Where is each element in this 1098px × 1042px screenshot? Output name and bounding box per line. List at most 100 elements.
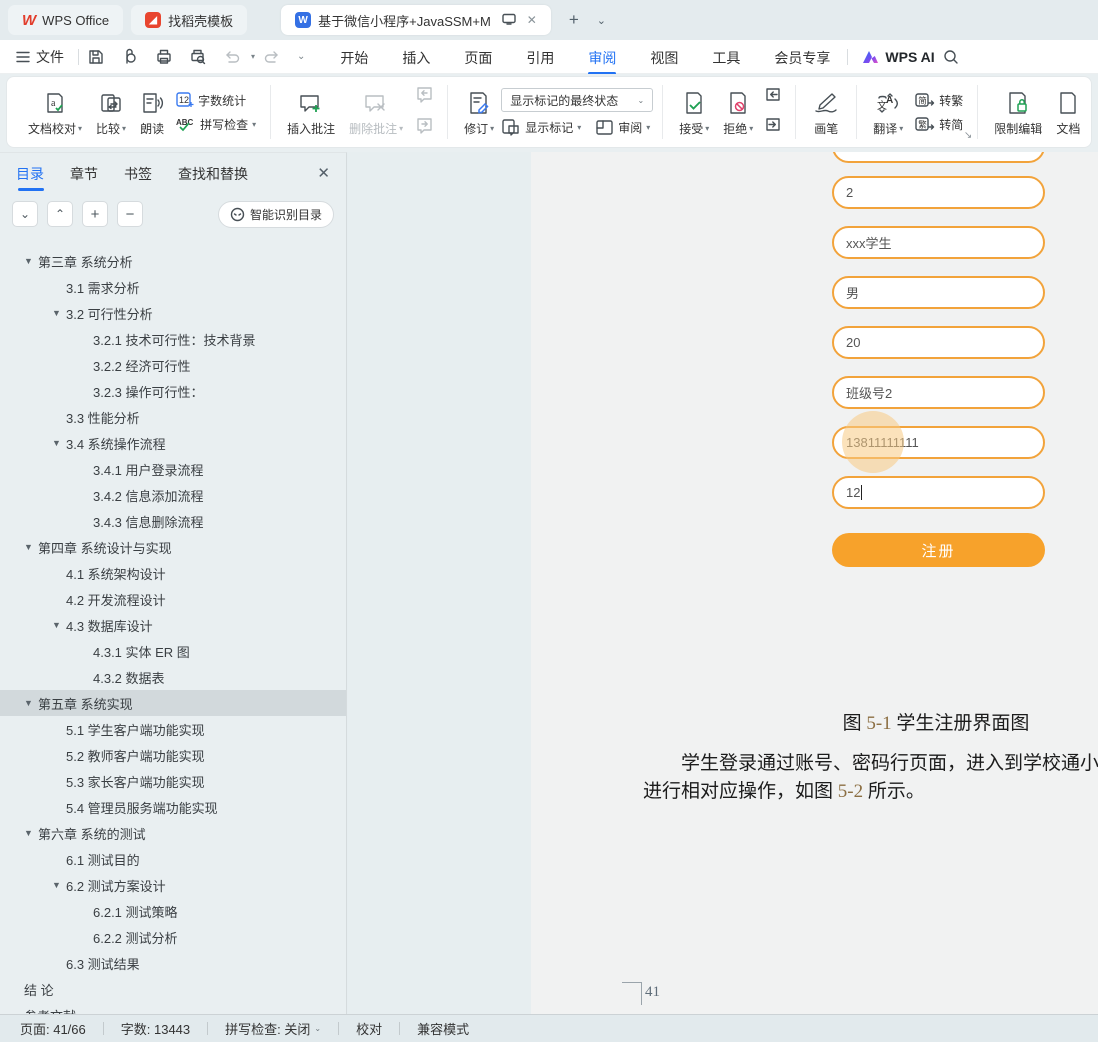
toc-item[interactable]: 6.1 测试目的	[0, 846, 346, 872]
toc-item[interactable]: ▼ 6.2 测试方案设计	[0, 872, 346, 898]
previous-change-icon[interactable]	[764, 87, 782, 108]
wps-ai-button[interactable]: WPS AI	[862, 49, 935, 65]
document-permission-button[interactable]: 文档	[1049, 87, 1087, 137]
restrict-edit-button[interactable]: 限制编辑	[987, 87, 1049, 137]
menu-start[interactable]: 开始	[323, 41, 385, 73]
read-aloud-button[interactable]: 朗读	[133, 87, 171, 137]
next-change-icon[interactable]	[764, 117, 782, 138]
show-markup-button[interactable]: 显示标记 ▾	[501, 118, 581, 136]
toc-item[interactable]: 5.4 管理员服务端功能实现	[0, 794, 346, 820]
dialog-launcher-icon[interactable]: ↘	[964, 130, 972, 141]
tab-template-store[interactable]: ◢ 找稻壳模板	[131, 5, 248, 35]
status-page-indicator[interactable]: 页面: 41/66	[20, 1019, 103, 1038]
caret-down-icon[interactable]: ▼	[52, 620, 66, 630]
toc-item[interactable]: 4.1 系统架构设计	[0, 560, 346, 586]
reject-button[interactable]: 拒绝 ▾	[716, 87, 760, 137]
quick-access-dropdown-icon[interactable]: ⌄	[297, 51, 305, 62]
toc-item[interactable]: 3.4.3 信息删除流程	[0, 508, 346, 534]
proofread-button[interactable]: a 文档校对 ▾	[21, 87, 89, 137]
previous-comment-icon[interactable]	[414, 86, 434, 108]
collapse-all-button[interactable]: ⌃	[47, 201, 73, 227]
toc-item[interactable]: ▼ 第五章 系统实现	[0, 690, 346, 716]
toc-item[interactable]: 结 论	[0, 976, 346, 1002]
next-comment-icon[interactable]	[414, 117, 434, 139]
menu-page[interactable]: 页面	[447, 41, 509, 73]
status-compat-mode[interactable]: 兼容模式	[400, 1019, 486, 1038]
markup-state-select[interactable]: 显示标记的最终状态 ⌄	[501, 88, 654, 112]
toc-item[interactable]: 3.4.1 用户登录流程	[0, 456, 346, 482]
track-changes-button[interactable]: 修订 ▾	[457, 87, 501, 137]
translate-button[interactable]: A文 翻译 ▾	[866, 87, 910, 137]
zoom-out-level-button[interactable]: −	[117, 201, 143, 227]
toc-item[interactable]: ▼ 3.4 系统操作流程	[0, 430, 346, 456]
search-icon[interactable]	[941, 47, 961, 67]
toc-item[interactable]: 参考文献	[0, 1002, 346, 1015]
save-icon[interactable]	[86, 47, 106, 67]
to-traditional-button[interactable]: 简 转繁	[915, 92, 963, 109]
toc-item[interactable]: 3.2.1 技术可行性：技术背景	[0, 326, 346, 352]
toc-item[interactable]: ▼ 第三章 系统分析	[0, 248, 346, 274]
menu-member[interactable]: 会员专享	[757, 41, 847, 73]
caret-down-icon[interactable]: ▼	[24, 256, 38, 266]
smart-toc-button[interactable]: 智能识别目录	[217, 200, 334, 228]
close-tab-icon[interactable]: ✕	[527, 13, 537, 27]
file-menu-button[interactable]: 文件	[0, 47, 78, 67]
toc-item[interactable]: 4.3.1 实体 ER 图	[0, 638, 346, 664]
insert-comment-button[interactable]: 插入批注	[280, 87, 342, 137]
caret-down-icon[interactable]: ▼	[52, 880, 66, 890]
menu-reference[interactable]: 引用	[509, 41, 571, 73]
toc-item[interactable]: 3.3 性能分析	[0, 404, 346, 430]
caret-down-icon[interactable]: ▼	[52, 438, 66, 448]
tab-bookmarks[interactable]: 书签	[124, 155, 152, 191]
caret-down-icon[interactable]: ▼	[52, 308, 66, 318]
toc-item[interactable]: 3.2.3 操作可行性：	[0, 378, 346, 404]
menu-view[interactable]: 视图	[633, 41, 695, 73]
tab-wps-home[interactable]: W WPS Office	[8, 5, 124, 35]
redo-icon[interactable]	[262, 47, 282, 67]
status-spell-check[interactable]: 拼写检查: 关闭 ⌄	[208, 1019, 338, 1038]
accept-button[interactable]: 接受 ▾	[672, 87, 716, 137]
tab-list-dropdown-icon[interactable]: ⌄	[597, 14, 606, 27]
caret-down-icon[interactable]: ▼	[24, 698, 38, 708]
tab-chapters[interactable]: 章节	[70, 155, 98, 191]
tab-contents[interactable]: 目录	[16, 155, 44, 191]
screen-share-icon[interactable]	[502, 13, 516, 28]
caret-down-icon[interactable]: ▼	[24, 542, 38, 552]
expand-all-button[interactable]: ⌄	[12, 201, 38, 227]
toc-item[interactable]: 3.1 需求分析	[0, 274, 346, 300]
pen-button[interactable]: 画笔	[805, 87, 847, 137]
toc-item[interactable]: ▼ 4.3 数据库设计	[0, 612, 346, 638]
tab-document[interactable]: W 基于微信小程序+JavaSSM+M ✕	[281, 5, 551, 35]
toc-item[interactable]: 6.3 测试结果	[0, 950, 346, 976]
compare-button[interactable]: 比较 ▾	[89, 87, 133, 137]
toc-item[interactable]: 6.2.1 测试策略	[0, 898, 346, 924]
menu-review[interactable]: 审阅	[571, 41, 633, 73]
status-word-count[interactable]: 字数: 13443	[104, 1019, 207, 1038]
toc-item[interactable]: 3.4.2 信息添加流程	[0, 482, 346, 508]
tab-find-replace[interactable]: 查找和替换	[178, 155, 248, 191]
to-simplified-button[interactable]: 繁 转简	[915, 116, 963, 133]
new-tab-button[interactable]: +	[569, 10, 579, 30]
toc-item[interactable]: 5.3 家长客户端功能实现	[0, 768, 346, 794]
caret-down-icon[interactable]: ▼	[24, 828, 38, 838]
document-workspace[interactable]: 2 xxx学生男 20 班级号2 13811111111 12 注册 图 5-1 学生注册…	[348, 152, 1098, 1014]
menu-tools[interactable]: 工具	[695, 41, 757, 73]
word-count-button[interactable]: 12 字数统计	[176, 92, 256, 109]
toc-item[interactable]: 4.2 开发流程设计	[0, 586, 346, 612]
print-preview-icon[interactable]	[188, 47, 208, 67]
toc-item[interactable]: 4.3.2 数据表	[0, 664, 346, 690]
status-proofread[interactable]: 校对	[339, 1019, 399, 1038]
menu-insert[interactable]: 插入	[385, 41, 447, 73]
print-icon[interactable]	[154, 47, 174, 67]
toc-item[interactable]: 6.2.2 测试分析	[0, 924, 346, 950]
toc-item[interactable]: ▼ 第四章 系统设计与实现	[0, 534, 346, 560]
review-pane-button[interactable]: 审阅 ▾	[595, 119, 650, 136]
export-pdf-icon[interactable]	[120, 47, 140, 67]
zoom-in-level-button[interactable]: +	[82, 201, 108, 227]
toc-item[interactable]: ▼ 第六章 系统的测试	[0, 820, 346, 846]
spell-check-button[interactable]: ABC 拼写检查 ▾	[176, 116, 256, 133]
toc-item[interactable]: 5.2 教师客户端功能实现	[0, 742, 346, 768]
toc-item[interactable]: 3.2.2 经济可行性	[0, 352, 346, 378]
close-sidebar-icon[interactable]: ✕	[317, 164, 330, 182]
toc-item[interactable]: ▼ 3.2 可行性分析	[0, 300, 346, 326]
